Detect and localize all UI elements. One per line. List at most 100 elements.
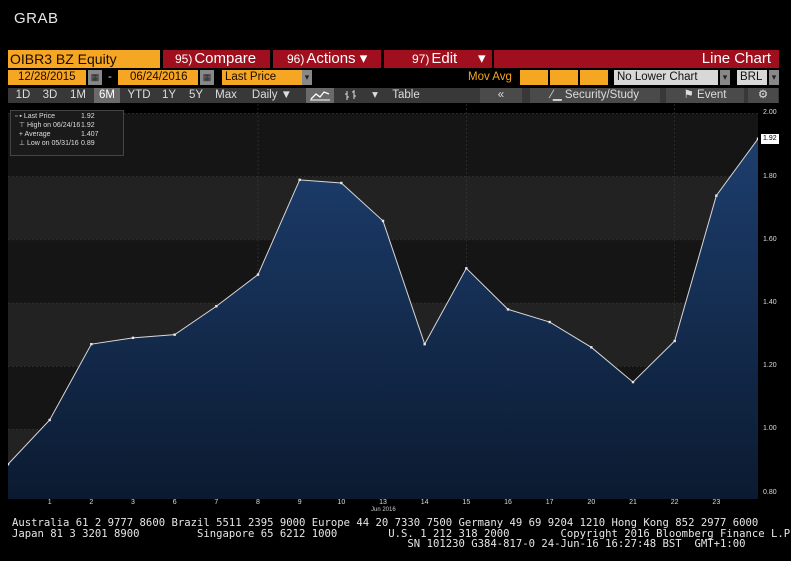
footer-contacts: Australia 61 2 9777 8600 Brazil 5511 239… xyxy=(12,518,791,550)
window-title: GRAB xyxy=(14,10,59,27)
period-button-6m[interactable]: 6M xyxy=(94,88,120,103)
x-tick-label: 17 xyxy=(545,499,554,506)
y-tick-label: 1.20 xyxy=(763,362,777,370)
data-point xyxy=(131,336,135,340)
data-point xyxy=(48,418,51,422)
back-button[interactable]: « xyxy=(480,88,522,103)
mov-avg-field-2[interactable] xyxy=(550,70,578,85)
period-button-5y[interactable]: 5Y xyxy=(184,88,208,103)
mov-avg-field-1[interactable] xyxy=(520,70,548,85)
y-tick-label: 0.80 xyxy=(763,488,777,496)
y-tick-label: 2.00 xyxy=(763,109,777,117)
legend-row-high: ⊤ High on 06/24/16 1.92 xyxy=(15,122,95,129)
chevron-down-icon: ▾ xyxy=(478,50,486,67)
calendar-icon[interactable]: ▦ xyxy=(88,70,102,85)
legend-row-last-price: ▫ ▪ Last Price 1.92 xyxy=(15,113,95,120)
chart-legend[interactable]: ▫ ▪ Last Price 1.92 ⊤ High on 06/24/16 1.9… xyxy=(10,110,124,156)
lower-chart-select[interactable]: No Lower Chart xyxy=(614,70,718,85)
y-tick-label: 1.00 xyxy=(763,425,777,433)
x-tick-label: 1 xyxy=(47,499,52,506)
x-tick-label: 3 xyxy=(131,499,135,506)
line-chart-icon[interactable] xyxy=(306,88,334,103)
data-point xyxy=(590,346,593,349)
chevron-down-icon[interactable]: ▾ xyxy=(302,70,312,85)
period-button-max[interactable]: Max xyxy=(212,88,240,103)
start-date-field[interactable]: 12/28/2015 xyxy=(8,70,86,85)
legend-label: High on 06/24/16 xyxy=(26,122,81,129)
period-button-1y[interactable]: 1Y xyxy=(158,88,180,103)
x-tick-label: 20 xyxy=(587,499,596,506)
calendar-icon[interactable]: ▦ xyxy=(200,70,214,85)
x-tick-label: 23 xyxy=(712,499,721,506)
data-point xyxy=(215,305,218,308)
security-study-button[interactable]: ⁄▁ Security/Study xyxy=(530,88,660,103)
data-point xyxy=(90,342,93,346)
mov-avg-field-3[interactable] xyxy=(580,70,608,85)
compare-number: 95) xyxy=(175,52,193,66)
data-point xyxy=(423,342,426,346)
x-tick-label: 14 xyxy=(420,499,429,506)
data-point xyxy=(8,463,10,466)
price-chart xyxy=(8,104,758,499)
actions-button[interactable]: 96) Actions ▾ xyxy=(273,50,381,68)
legend-label: Last Price xyxy=(23,113,55,120)
legend-value: 1.92 xyxy=(81,113,95,120)
data-point xyxy=(340,181,343,185)
end-date-field[interactable]: 06/24/2016 xyxy=(118,70,198,85)
x-tick-label: 22 xyxy=(670,499,679,506)
x-tick-label: 2 xyxy=(89,499,94,506)
event-button[interactable]: ⚑ Event xyxy=(666,88,744,103)
chart-type-label: Line Chart xyxy=(494,50,779,68)
mov-avg-label: Mov Avg xyxy=(468,71,512,83)
field-select[interactable]: Last Price xyxy=(222,70,302,85)
ticker-field[interactable]: OIBR3 BZ Equity xyxy=(8,50,160,68)
frequency-label: Daily xyxy=(251,89,278,101)
security-study-label: Security/Study xyxy=(564,89,640,101)
actions-number: 96) xyxy=(287,52,305,66)
y-tick-label: 1.80 xyxy=(763,172,777,180)
x-tick-label: 21 xyxy=(629,499,637,506)
legend-value: 1.407 xyxy=(81,131,99,138)
period-button-3d[interactable]: 3D xyxy=(38,88,62,103)
chevron-down-icon[interactable]: ▾ xyxy=(369,88,381,103)
x-tick-label: 6 xyxy=(172,499,177,506)
chevron-down-icon[interactable]: ▾ xyxy=(720,70,730,85)
table-button[interactable]: Table xyxy=(384,88,428,103)
frequency-select[interactable]: Daily ▼ xyxy=(244,88,300,103)
chevron-down-icon[interactable]: ▾ xyxy=(769,70,779,85)
x-tick-label: 13 xyxy=(379,499,387,506)
legend-label: Average xyxy=(24,131,51,138)
edit-label: Edit xyxy=(431,50,458,67)
x-month-label: Jun 2016 xyxy=(371,507,396,513)
bar-chart-icon[interactable] xyxy=(337,88,365,103)
x-tick-label: 16 xyxy=(504,499,512,506)
x-tick-label: 8 xyxy=(256,499,260,506)
data-point xyxy=(631,380,635,384)
compare-button[interactable]: 95) Compare xyxy=(163,50,270,68)
currency-select[interactable]: BRL xyxy=(737,70,767,85)
flag-icon: ⚑ xyxy=(683,89,694,101)
x-tick-label: 15 xyxy=(462,499,471,506)
x-tick-label: 9 xyxy=(297,499,302,506)
data-point xyxy=(256,273,260,276)
compare-label: Compare xyxy=(194,50,257,67)
date-separator: - xyxy=(108,71,112,83)
x-tick-label: 10 xyxy=(337,499,346,506)
period-button-ytd[interactable]: YTD xyxy=(124,88,154,103)
legend-row-average: + Average 1.407 xyxy=(15,131,99,138)
last-value-tag: 1.92 xyxy=(761,133,779,144)
period-button-1d[interactable]: 1D xyxy=(12,88,34,103)
data-point xyxy=(465,267,468,270)
gear-icon[interactable]: ⚙ xyxy=(748,88,778,103)
edit-number: 97) xyxy=(412,52,430,66)
chart-study-icon: ⁄▁ xyxy=(550,89,562,101)
footer-line: SN 101230 G384-817-0 24-Jun-16 16:27:48 … xyxy=(12,538,746,550)
x-tick-label: 7 xyxy=(214,499,219,506)
y-tick-label: 1.40 xyxy=(763,299,777,307)
edit-button[interactable]: 97) Edit ▾ xyxy=(384,50,492,68)
data-point xyxy=(506,308,510,311)
data-point xyxy=(715,194,718,197)
actions-label: Actions xyxy=(306,50,356,67)
data-point xyxy=(381,219,385,223)
period-button-1m[interactable]: 1M xyxy=(66,88,90,103)
